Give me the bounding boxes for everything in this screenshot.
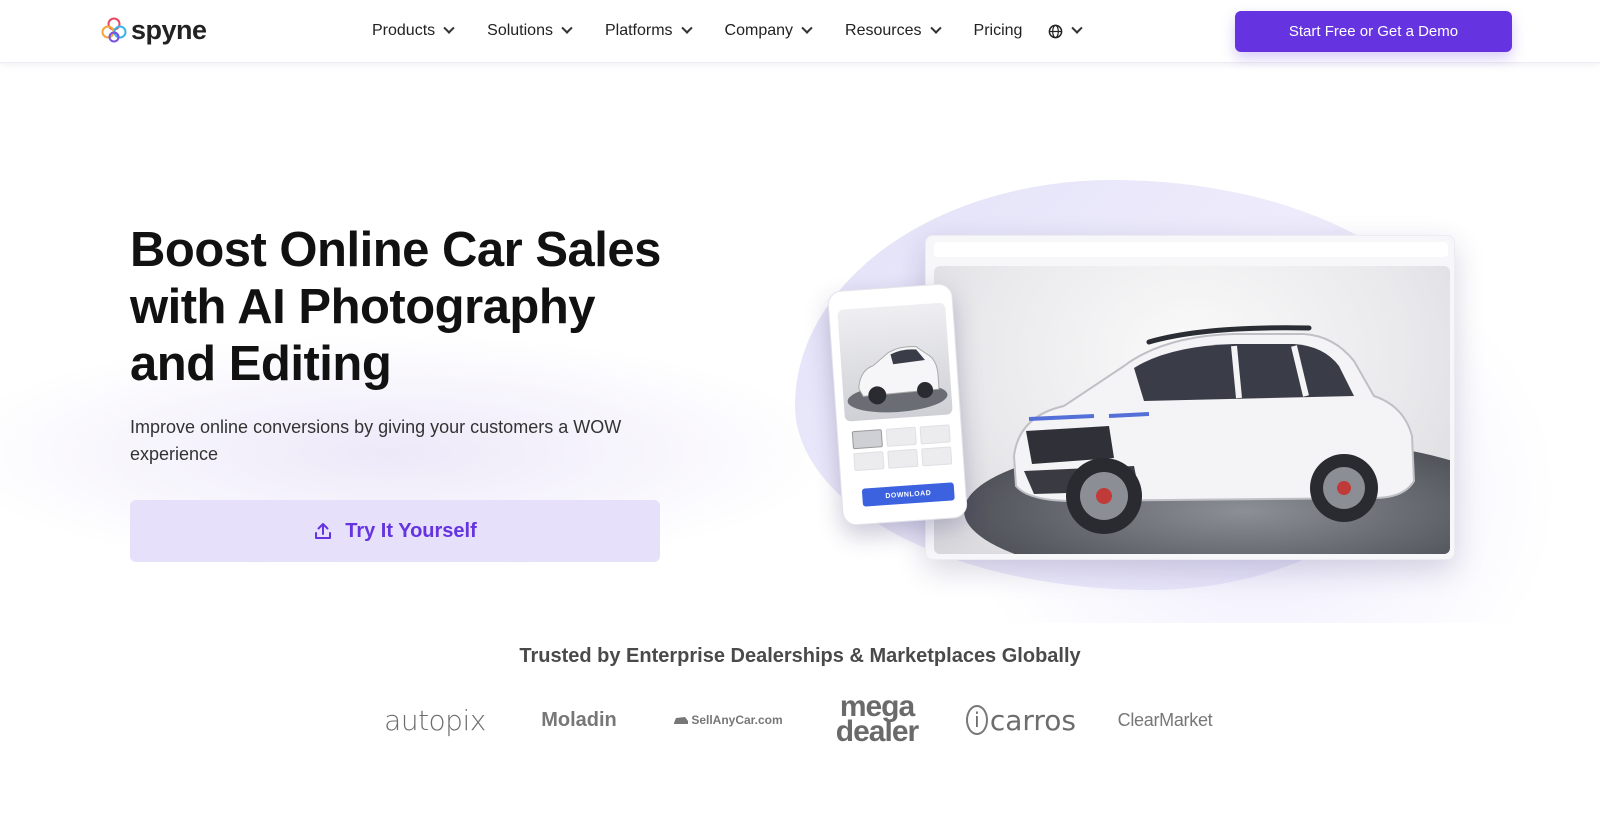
browser-mockup <box>925 235 1455 560</box>
chevron-down-icon <box>801 22 813 34</box>
menu-products-label: Products <box>372 22 436 39</box>
language-selector[interactable] <box>1048 22 1084 39</box>
autopix-logo-text: autopix <box>384 703 486 737</box>
hero-illustration: DOWNLOAD <box>790 175 1470 595</box>
phone-thumbnail-grid <box>851 424 953 472</box>
moladin-logo: Moladin <box>524 709 634 732</box>
chevron-down-icon <box>929 22 942 34</box>
thumbnail <box>885 426 917 447</box>
partner-logos: autopix Moladin SellAnyCar.com mega deal… <box>380 690 1220 750</box>
menu-solutions-label: Solutions <box>487 22 553 39</box>
menu-resources-label: Resources <box>845 22 922 39</box>
menu-company[interactable]: Company <box>724 22 813 40</box>
upload-icon <box>315 523 332 539</box>
chevron-down-icon <box>443 22 455 34</box>
globe-icon <box>1049 24 1063 38</box>
icarros-logo-text: carros <box>989 703 1076 737</box>
phone-download-button: DOWNLOAD <box>861 482 955 507</box>
thumbnail <box>851 429 883 450</box>
icarros-i-icon: i <box>966 705 988 735</box>
car-studio-image <box>934 266 1450 554</box>
moladin-logo-text: Moladin <box>541 708 617 731</box>
try-it-yourself-label: Try It Yourself <box>345 519 477 542</box>
sellanycar-car-icon <box>674 717 689 724</box>
menu-platforms[interactable]: Platforms <box>604 22 693 40</box>
trusted-by-heading: Trusted by Enterprise Dealerships & Mark… <box>519 645 1081 667</box>
menu-company-label: Company <box>724 22 794 39</box>
menu-solutions[interactable]: Solutions <box>487 22 573 40</box>
icarros-logo: i carros <box>966 704 1076 737</box>
clearmarket-logo: ClearMarket <box>1110 710 1220 731</box>
chevron-down-icon <box>561 22 573 34</box>
start-free-demo-button[interactable]: Start Free or Get a Demo <box>1235 11 1512 52</box>
menu-pricing-label: Pricing <box>973 22 1023 39</box>
hero-title: Boost Online Car Sales with AI Photograp… <box>130 223 661 391</box>
white-suv-image <box>1012 325 1416 534</box>
top-navigation: spyne Products Solutions Platforms Compa… <box>0 0 1600 63</box>
clearmarket-logo-text: ClearMarket <box>1117 709 1213 730</box>
menu-products[interactable]: Products <box>372 22 455 40</box>
spyne-logo[interactable]: spyne <box>101 16 207 44</box>
spyne-logo-icon <box>101 17 127 43</box>
phone-car-image <box>847 345 948 413</box>
thumbnail <box>853 451 885 472</box>
sellanycar-logo: SellAnyCar.com <box>668 713 788 727</box>
sellanycar-logo-text: SellAnyCar.com <box>691 713 783 727</box>
menu-resources[interactable]: Resources <box>845 22 942 40</box>
hero-subtitle: Improve online conversions by giving you… <box>130 417 622 464</box>
megadealer-logo: mega dealer <box>822 692 932 748</box>
phone-mockup: DOWNLOAD <box>826 282 969 527</box>
main-menu: Products Solutions Platforms Company Res… <box>372 19 1084 43</box>
phone-car-preview <box>837 302 953 422</box>
thumbnail <box>887 448 919 469</box>
chevron-down-icon <box>680 22 693 34</box>
chevron-down-icon <box>1071 22 1084 34</box>
logo-text: spyne <box>131 15 207 45</box>
megadealer-logo-line2: dealer <box>835 715 919 748</box>
autopix-logo: autopix <box>380 704 490 737</box>
menu-pricing[interactable]: Pricing <box>974 22 1023 40</box>
browser-address-bar <box>934 242 1448 257</box>
thumbnail <box>919 424 951 445</box>
thumbnail <box>921 446 953 467</box>
try-it-yourself-button[interactable]: Try It Yourself <box>130 500 660 562</box>
menu-platforms-label: Platforms <box>604 22 673 39</box>
